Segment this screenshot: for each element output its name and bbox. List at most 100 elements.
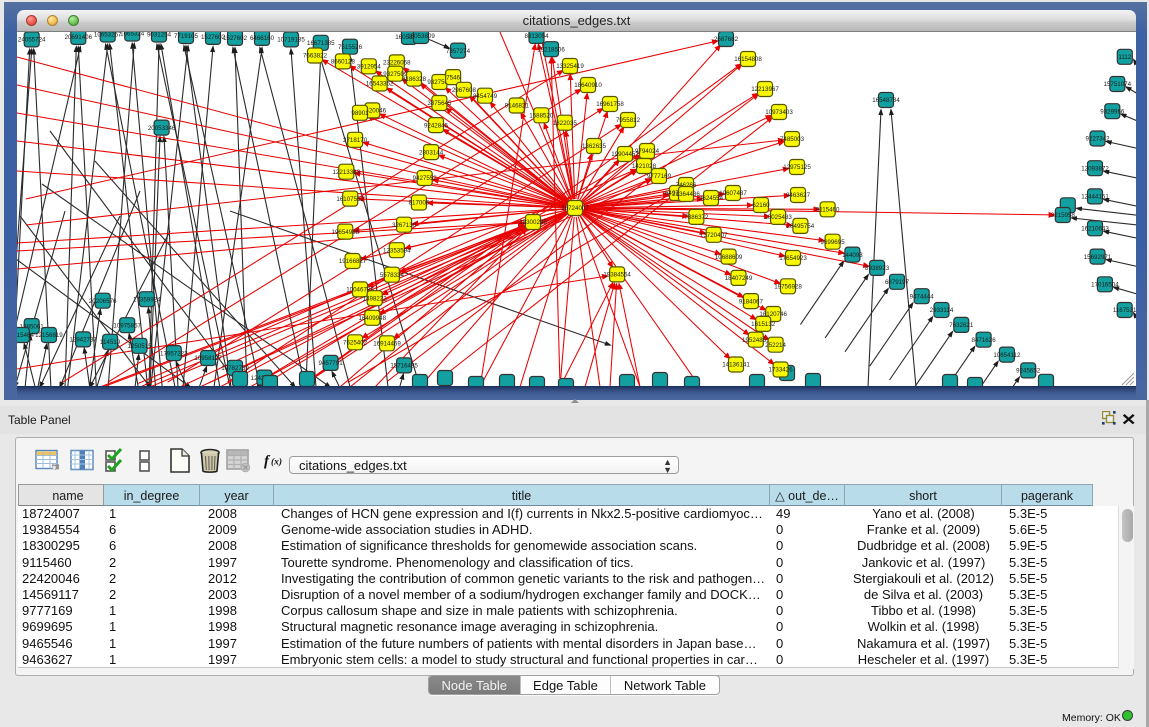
svg-text:12975125: 12975125 <box>783 164 811 171</box>
svg-text:17016504: 17016504 <box>1091 281 1119 288</box>
svg-text:9474444: 9474444 <box>910 293 935 300</box>
svg-text:5578334: 5578334 <box>380 271 405 278</box>
svg-text:1322035: 1322035 <box>553 119 578 126</box>
svg-text:9427552: 9427552 <box>413 175 438 182</box>
svg-text:20053346: 20053346 <box>148 124 176 131</box>
svg-text:1498222: 1498222 <box>363 295 388 302</box>
svg-text:12353594: 12353594 <box>383 247 411 254</box>
svg-text:17654923: 17654923 <box>779 255 807 262</box>
svg-text:9463627: 9463627 <box>786 192 811 199</box>
svg-text:3267130: 3267130 <box>392 221 417 228</box>
svg-text:1362635: 1362635 <box>582 143 607 150</box>
svg-text:2718170: 2718170 <box>343 137 368 144</box>
svg-text:7386372: 7386372 <box>684 214 709 221</box>
svg-text:16107552: 16107552 <box>336 195 364 202</box>
svg-text:9329966: 9329966 <box>1100 108 1125 115</box>
svg-text:2933114: 2933114 <box>930 307 954 314</box>
svg-text:114519: 114519 <box>100 339 121 346</box>
svg-text:16154808: 16154808 <box>734 56 762 63</box>
svg-text:19384554: 19384554 <box>603 271 631 278</box>
svg-text:9227342: 9227342 <box>1085 135 1110 142</box>
svg-text:15716485: 15716485 <box>390 362 418 369</box>
svg-text:8186328: 8186328 <box>402 75 427 82</box>
svg-text:8813054: 8813054 <box>524 33 549 40</box>
svg-text:10719185: 10719185 <box>277 36 305 43</box>
svg-text:7625402: 7625402 <box>343 339 368 346</box>
svg-text:15720407: 15720407 <box>700 232 728 239</box>
svg-text:1527602: 1527602 <box>201 34 226 41</box>
svg-text:8454749: 8454749 <box>473 92 498 99</box>
svg-text:252214: 252214 <box>765 341 786 348</box>
svg-text:16914469: 16914469 <box>373 340 401 347</box>
svg-text:9777169: 9777169 <box>647 173 672 180</box>
svg-text:2803144: 2803144 <box>419 149 444 156</box>
svg-text:16961758: 16961758 <box>596 101 624 108</box>
svg-text:16210643: 16210643 <box>1081 225 1109 232</box>
svg-text:15692971: 15692971 <box>1084 253 1112 260</box>
svg-text:9146821: 9146821 <box>505 102 530 109</box>
svg-text:1527602: 1527602 <box>223 35 248 42</box>
svg-text:6466160: 6466160 <box>250 35 275 42</box>
svg-text:19218506: 19218506 <box>537 46 565 53</box>
svg-text:1733426: 1733426 <box>769 366 794 373</box>
svg-text:16409948: 16409948 <box>359 315 387 322</box>
svg-text:3912954: 3912954 <box>357 63 382 70</box>
svg-text:12156819: 12156819 <box>35 332 63 339</box>
svg-text:1167531: 1167531 <box>1113 307 1136 314</box>
svg-text:18407249: 18407249 <box>725 275 753 282</box>
svg-text:62160: 62160 <box>752 202 770 209</box>
svg-text:12213363: 12213363 <box>333 168 361 175</box>
svg-text:1065324: 1065324 <box>120 32 145 38</box>
svg-text:f: f <box>264 454 271 470</box>
svg-text:98901: 98901 <box>351 110 369 117</box>
svg-text:12093872: 12093872 <box>1081 165 1109 172</box>
svg-text:3215958: 3215958 <box>1051 212 1076 219</box>
svg-text:7955812: 7955812 <box>616 117 641 124</box>
svg-text:18640910: 18640910 <box>574 82 602 89</box>
svg-text:19166827: 19166827 <box>339 258 367 265</box>
svg-text:16671385: 16671385 <box>307 40 335 47</box>
svg-text:10654112: 10654112 <box>993 351 1021 358</box>
svg-text:16543362: 16543362 <box>366 80 394 87</box>
svg-text:10973403: 10973403 <box>765 109 793 116</box>
svg-text:9031254: 9031254 <box>147 32 172 39</box>
svg-text:18724007: 18724007 <box>561 205 589 212</box>
svg-text:12444151: 12444151 <box>1081 193 1109 200</box>
svg-text:1588520: 1588520 <box>529 112 554 119</box>
svg-text:817006: 817006 <box>409 199 430 206</box>
svg-text:3875645: 3875645 <box>427 100 452 107</box>
svg-text:17957223: 17957223 <box>160 350 188 357</box>
svg-text:19756928: 19756928 <box>774 283 802 290</box>
svg-text:6879197: 6879197 <box>885 279 910 286</box>
svg-text:9794024: 9794024 <box>635 148 660 155</box>
svg-text:8471626: 8471626 <box>972 336 997 343</box>
svg-text:9457791: 9457791 <box>319 360 344 367</box>
svg-text:3915464: 3915464 <box>17 332 35 339</box>
svg-text:9699695: 9699695 <box>821 238 846 245</box>
svg-text:20206576: 20206576 <box>89 297 117 304</box>
svg-text:24055724: 24055724 <box>18 36 46 43</box>
svg-text:10025433: 10025433 <box>764 214 792 221</box>
svg-text:16053809: 16053809 <box>407 33 435 40</box>
svg-text:7515526: 7515526 <box>338 43 363 50</box>
svg-text:21364436: 21364436 <box>672 191 700 198</box>
svg-text:23226058: 23226058 <box>383 59 411 66</box>
svg-text:1112: 1112 <box>1118 54 1131 61</box>
svg-text:7485003: 7485003 <box>780 136 805 143</box>
svg-text:144093: 144093 <box>842 251 863 258</box>
svg-text:9115460: 9115460 <box>816 206 840 213</box>
svg-text:9242845: 9242845 <box>424 122 449 129</box>
svg-text:20691406: 20691406 <box>65 34 93 41</box>
svg-text:2687682: 2687682 <box>714 36 739 43</box>
svg-text:7663822: 7663822 <box>303 52 328 59</box>
svg-text:8938923: 8938923 <box>865 265 890 272</box>
svg-text:17359924: 17359924 <box>133 296 161 303</box>
svg-text:7632621: 7632621 <box>949 322 974 329</box>
svg-text:12213967: 12213967 <box>751 86 779 93</box>
svg-text:13325419: 13325419 <box>556 63 584 70</box>
svg-text:12942737: 12942737 <box>69 336 97 343</box>
svg-text:10688609: 10688609 <box>715 253 743 260</box>
svg-text:18300295: 18300295 <box>519 219 547 226</box>
svg-text:19654988: 19654988 <box>332 228 360 235</box>
svg-text:7546: 7546 <box>446 74 460 81</box>
